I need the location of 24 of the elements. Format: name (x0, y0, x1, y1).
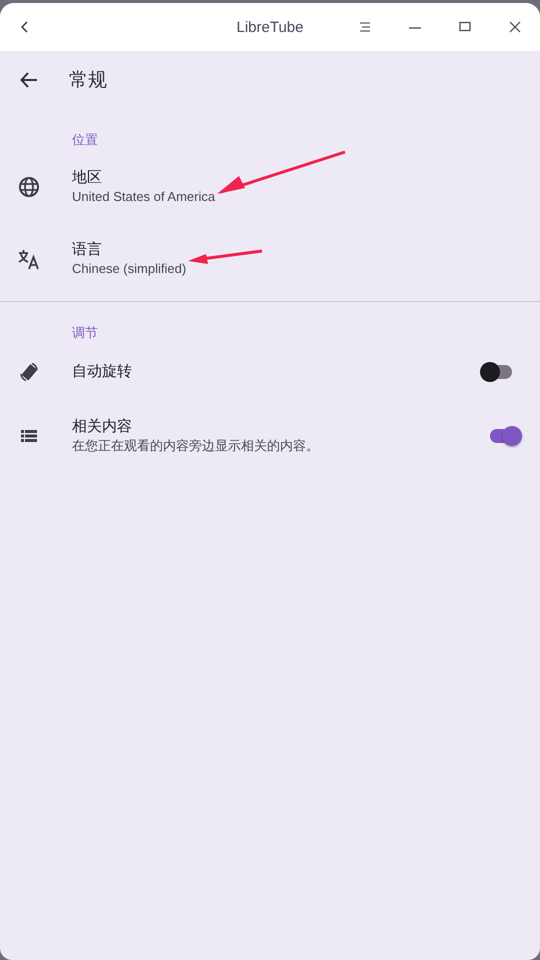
phone-rotate-icon (18, 361, 40, 383)
section-header: 调节 (72, 324, 99, 342)
close-icon[interactable] (508, 20, 522, 34)
back-arrow-icon[interactable] (19, 70, 39, 90)
translate-icon (18, 248, 40, 270)
section-header: 位置 (72, 131, 99, 149)
setting-summary: United States of America (72, 189, 216, 204)
setting-summary: Chinese (simplified) (72, 261, 186, 276)
toggle-switch[interactable] (482, 365, 512, 379)
maximize-icon[interactable] (458, 20, 472, 34)
setting-title: 地区 (72, 168, 103, 188)
setting-summary: 在您正在观看的内容旁边显示相关的内容。 (72, 438, 319, 453)
setting-title: 语言 (72, 240, 103, 260)
setting-title: 相关内容 (72, 417, 133, 437)
settings-item[interactable]: 自动旋转 (0, 344, 540, 400)
settings-item[interactable]: 地区 United States of America (0, 151, 540, 223)
setting-title: 自动旋转 (72, 362, 133, 382)
page-title: 常规 (69, 69, 107, 93)
toggle-switch[interactable] (490, 429, 520, 443)
settings-item[interactable]: 相关内容 在您正在观看的内容旁边显示相关的内容。 (0, 400, 540, 472)
settings-item[interactable]: 语言 Chinese (simplified) (0, 223, 540, 295)
globe-icon (18, 176, 40, 198)
menu-icon[interactable] (358, 20, 372, 34)
window-title: LibreTube (236, 18, 304, 36)
